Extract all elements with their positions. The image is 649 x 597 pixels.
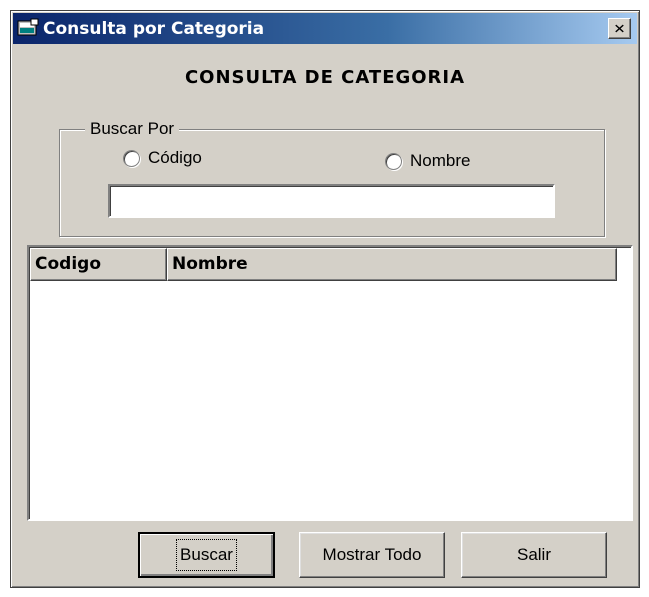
close-button[interactable] bbox=[608, 18, 631, 39]
mostrar-todo-button[interactable]: Mostrar Todo bbox=[299, 532, 445, 578]
search-by-groupbox: Buscar Por Código Nombre bbox=[59, 119, 605, 237]
close-icon bbox=[615, 24, 624, 33]
radio-nombre[interactable]: Nombre bbox=[385, 151, 470, 171]
salir-button[interactable]: Salir bbox=[461, 532, 607, 578]
search-by-legend: Buscar Por bbox=[85, 119, 180, 139]
radio-codigo[interactable]: Código bbox=[123, 148, 202, 168]
form-heading: CONSULTA DE CATEGORIA bbox=[184, 67, 466, 88]
title-bar[interactable]: Consulta por Categoria bbox=[13, 13, 637, 44]
search-input[interactable] bbox=[108, 184, 555, 218]
results-listview[interactable]: Codigo Nombre bbox=[27, 245, 633, 521]
radio-nombre-label: Nombre bbox=[410, 151, 471, 170]
window-title: Consulta por Categoria bbox=[43, 19, 265, 39]
column-header-codigo[interactable]: Codigo bbox=[30, 248, 167, 281]
listview-header: Codigo Nombre bbox=[30, 248, 617, 281]
salir-button-label: Salir bbox=[516, 545, 551, 564]
mostrar-todo-button-label: Mostrar Todo bbox=[322, 545, 422, 564]
radio-nombre-circle[interactable] bbox=[385, 152, 402, 170]
window-app-icon[interactable] bbox=[17, 18, 39, 38]
buscar-button[interactable]: Buscar bbox=[138, 532, 275, 578]
radio-codigo-label: Código bbox=[148, 148, 202, 167]
buscar-button-label: Buscar bbox=[176, 539, 237, 571]
column-header-nombre[interactable]: Nombre bbox=[167, 248, 617, 281]
dialog-window: Consulta por Categoria CONSULTA DE CATEG… bbox=[10, 10, 640, 588]
radio-codigo-circle[interactable] bbox=[123, 149, 140, 167]
